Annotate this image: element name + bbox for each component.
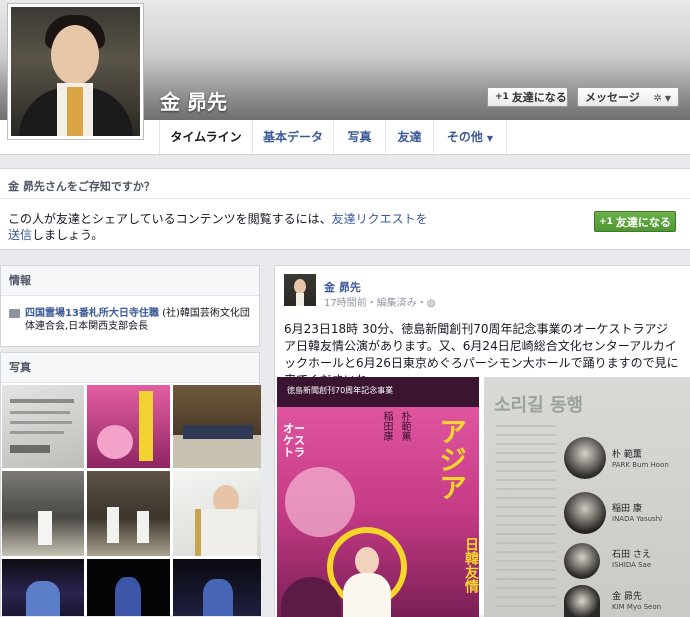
profile-photo (11, 7, 140, 136)
add-friend-green-label: 友達になる (615, 215, 671, 229)
poster-name: 朴範薫 (399, 411, 410, 441)
add-friend-button[interactable]: +1 友達になる (487, 87, 568, 107)
photo-thumbnail[interactable] (87, 385, 170, 468)
do-you-know-text: この人が友達とシェアしているコンテンツを閲覧するには、友達リクエストを送信しまし… (8, 212, 428, 242)
tab-photos[interactable]: 写真 (333, 120, 385, 154)
flyer-title: 소리길 동행 (494, 395, 584, 416)
performer-name: 朴 範薫 (612, 450, 642, 460)
photo-thumbnail[interactable] (87, 471, 170, 556)
photos-heading[interactable]: 写真 (1, 353, 259, 383)
post-author-avatar[interactable] (284, 274, 316, 306)
chevron-down-icon: ▼ (486, 134, 494, 143)
performer-roman: KIM Myo Seon (612, 603, 662, 611)
info-heading: 情報 (1, 266, 259, 296)
performer-roman: ISHIDA Sae (612, 561, 652, 569)
gear-icon: ✲ (653, 92, 662, 104)
info-work-link[interactable]: 四国霊場13番札所大日寺住職 (25, 308, 159, 319)
photo-thumbnail[interactable] (173, 385, 261, 468)
tab-about[interactable]: 基本データ (252, 120, 333, 154)
performer-name: 金 昴先 (612, 592, 642, 602)
post-timestamp: 17時間前・編集済み・◍ (324, 298, 436, 309)
photo-thumbnail[interactable] (2, 559, 84, 616)
add-friend-icon: +1 (495, 92, 509, 102)
photo-thumbnail[interactable] (2, 471, 84, 556)
add-friend-label: 友達になる (511, 91, 567, 104)
tab-friends[interactable]: 友達 (385, 120, 433, 154)
info-panel: 情報 四国霊場13番札所大日寺住職 (社)韓国芸術文化団体連合会,日本関西支部会… (0, 265, 260, 347)
profile-picture[interactable] (7, 3, 144, 140)
tab-more[interactable]: その他 ▼ (433, 120, 507, 154)
photo-thumbnail[interactable] (87, 559, 170, 616)
performer-photo (564, 492, 606, 534)
do-you-know-heading: 金 昴先さんをご存知ですか？ (8, 180, 155, 193)
profile-name[interactable]: 金 昴先 (160, 86, 227, 115)
timeline-post: 金 昴先 17時間前・編集済み・◍ 6月23日18時 30分、徳島新聞創刊70周… (274, 265, 690, 617)
photo-thumbnail[interactable] (173, 559, 261, 616)
add-friend-icon: +1 (599, 216, 613, 227)
performer-photo (564, 585, 600, 617)
photo-thumbnail[interactable] (2, 385, 84, 468)
performer-roman: INADA Yasushi (612, 515, 663, 523)
info-work-row: 四国霊場13番札所大日寺住職 (社)韓国芸術文化団体連合会,日本関西支部会長 (9, 307, 254, 333)
tab-timeline[interactable]: タイムライン (159, 120, 252, 154)
post-author-name[interactable]: 金 昴先 (324, 279, 361, 295)
chevron-down-icon: ▼ (664, 93, 671, 103)
globe-icon: ◍ (426, 298, 436, 309)
performer-photo (564, 437, 606, 479)
photos-panel: 写真 (0, 352, 261, 616)
briefcase-icon (9, 309, 20, 318)
poster-title: アジア (435, 417, 468, 501)
performer-photo (564, 543, 600, 579)
tab-more-label: その他 (446, 130, 483, 144)
post-image-concert-poster[interactable]: 徳島新聞創刊70周年記念事業 オーケストラ 朴範薫 稲田康 アジア 日韓友情 (277, 377, 479, 617)
post-image-performers-flyer[interactable]: 소리길 동행 朴 範薫 PARK Bum Hoon 稲田 康 INADA Yas… (484, 377, 690, 617)
performer-name: 稲田 康 (612, 504, 642, 514)
poster-subtitle: 日韓友情 (463, 537, 479, 593)
performer-name: 石田 さえ (612, 550, 651, 560)
do-you-know-box: 金 昴先さんをご存知ですか？ この人が友達とシェアしているコンテンツを閲覧するに… (0, 168, 690, 250)
photo-thumbnail[interactable] (173, 471, 261, 556)
poster-caption: 徳島新聞創刊70周年記念事業 (287, 386, 394, 395)
poster-name: 稲田康 (381, 411, 392, 441)
add-friend-button-green[interactable]: +1 友達になる (594, 211, 676, 232)
message-label: メッセージ (585, 91, 640, 104)
poster-side-text: オーケストラ (283, 422, 305, 459)
message-button[interactable]: メッセージ ✲ ▼ (577, 87, 679, 107)
performer-roman: PARK Bum Hoon (612, 461, 669, 469)
